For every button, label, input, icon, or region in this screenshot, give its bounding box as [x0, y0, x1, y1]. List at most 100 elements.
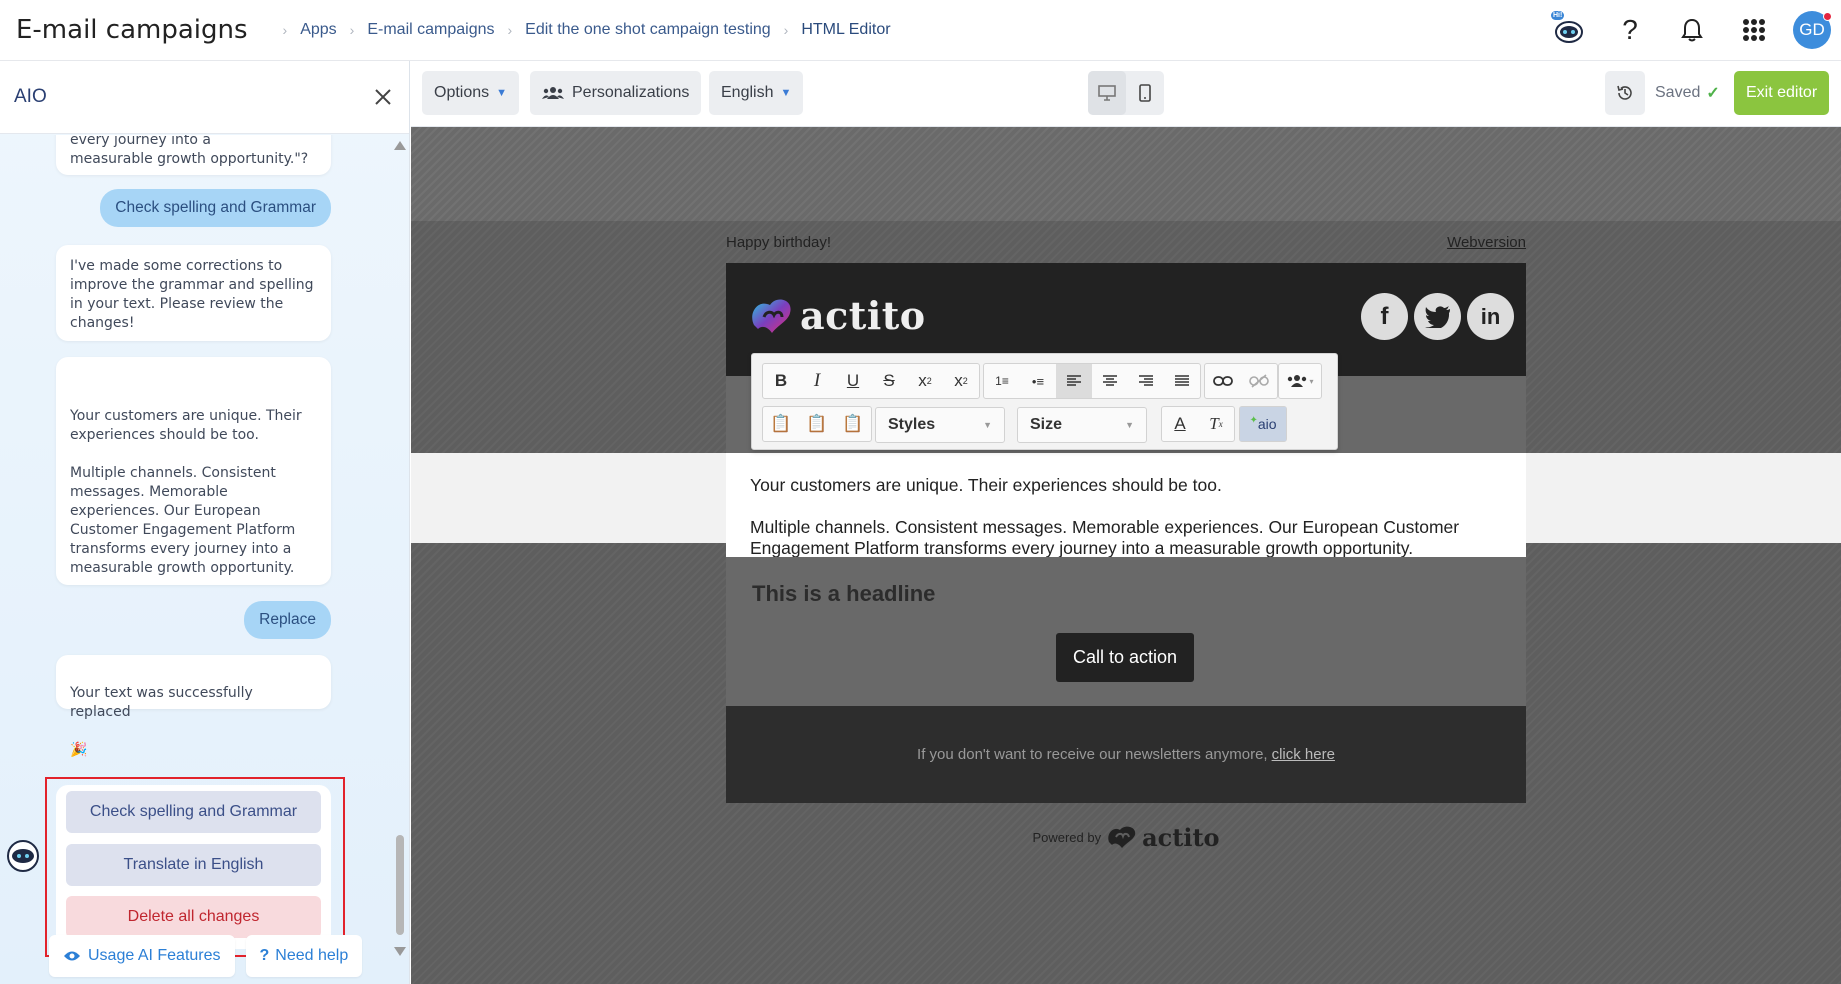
language-dropdown[interactable]: English ▼: [709, 71, 804, 115]
styles-dropdown[interactable]: Styles ▼: [875, 407, 1005, 443]
align-left-icon[interactable]: [1056, 364, 1092, 398]
desktop-view-button[interactable]: [1088, 71, 1126, 115]
italic-button[interactable]: I: [799, 364, 835, 398]
social-links: f in: [1361, 293, 1514, 340]
people-icon[interactable]: ▾: [1279, 364, 1321, 398]
superscript-button[interactable]: x2: [943, 364, 979, 398]
align-right-icon[interactable]: [1128, 364, 1164, 398]
breadcrumb-campaign[interactable]: Edit the one shot campaign testing: [525, 21, 771, 39]
breadcrumb-apps[interactable]: Apps: [300, 21, 336, 39]
linkedin-icon[interactable]: in: [1467, 293, 1514, 340]
aio-group: ✦ aio: [1239, 406, 1287, 442]
text-color-icon[interactable]: A: [1162, 407, 1198, 441]
chat-bot-message: I've made some corrections to improve th…: [56, 245, 331, 341]
strikethrough-button[interactable]: S: [871, 364, 907, 398]
apps-grid-button[interactable]: [1723, 0, 1785, 60]
unsubscribe-link[interactable]: click here: [1272, 746, 1335, 763]
breadcrumb-email-campaigns[interactable]: E-mail campaigns: [367, 21, 494, 39]
mobile-view-button[interactable]: [1126, 71, 1164, 115]
notifications-button[interactable]: [1661, 0, 1723, 60]
breadcrumb-separator: ›: [349, 22, 355, 38]
breadcrumb-separator: ›: [783, 22, 789, 38]
avatar[interactable]: GD: [1793, 11, 1832, 49]
question-icon: ?: [259, 946, 270, 964]
facebook-icon[interactable]: f: [1361, 293, 1408, 340]
pre-header: Happy birthday! Webversion: [726, 221, 1526, 263]
link-icon[interactable]: [1205, 364, 1241, 398]
chat-bot-result: Your customers are unique. Their experie…: [56, 357, 331, 585]
personalizations-label: Personalizations: [572, 84, 690, 101]
powered-logo-text: actito: [1142, 822, 1220, 852]
powered-by: Powered by actito: [726, 812, 1526, 862]
need-help-label: Need help: [275, 946, 349, 964]
align-justify-icon[interactable]: [1164, 364, 1200, 398]
clear-format-icon[interactable]: Tx: [1198, 407, 1234, 441]
call-to-action-button[interactable]: Call to action: [1056, 633, 1194, 682]
email-body: actito f in Your customers are unique. T…: [726, 263, 1526, 803]
people-icon: [542, 87, 564, 99]
subscript-button[interactable]: x2: [907, 364, 943, 398]
help-button[interactable]: ?: [1599, 0, 1661, 60]
chevron-down-icon: ▼: [1125, 420, 1134, 430]
email-text-block[interactable]: Your customers are unique. Their experie…: [726, 453, 1526, 559]
notification-dot: [1823, 12, 1832, 21]
paste-icon[interactable]: 📋: [763, 407, 799, 441]
close-icon[interactable]: [371, 85, 395, 109]
size-label: Size: [1030, 416, 1063, 433]
bullet-list-icon[interactable]: •≡: [1020, 364, 1056, 398]
saved-label: Saved: [1655, 84, 1701, 101]
options-dropdown[interactable]: Options ▼: [422, 71, 520, 115]
app-title: E-mail campaigns: [16, 15, 248, 45]
top-icons: Hi! ? GD: [1537, 0, 1841, 60]
email-paragraph-2[interactable]: Multiple channels. Consistent messages. …: [750, 517, 1502, 559]
personalizations-button[interactable]: Personalizations: [530, 71, 702, 115]
chat-bot-message: Your text was successfully replaced 🎉: [56, 655, 331, 758]
apps-grid-icon: [1743, 19, 1765, 41]
chat-scrollbar[interactable]: [393, 135, 407, 956]
twitter-icon[interactable]: [1414, 293, 1461, 340]
scroll-up-arrow[interactable]: [394, 141, 406, 150]
scroll-thumb[interactable]: [396, 835, 404, 935]
align-center-icon[interactable]: [1092, 364, 1128, 398]
powered-by-label: Powered by: [1032, 829, 1102, 845]
underline-button[interactable]: U: [835, 364, 871, 398]
history-icon: [1617, 85, 1632, 100]
bold-button[interactable]: B: [763, 364, 799, 398]
aio-rte-button[interactable]: ✦ aio: [1240, 407, 1286, 441]
check-icon: ✓: [1706, 85, 1720, 102]
chevron-down-icon: ▼: [780, 87, 792, 99]
breadcrumb-separator: ›: [282, 22, 288, 38]
options-label: Options: [434, 84, 490, 101]
paste-text-icon[interactable]: 📋: [799, 407, 835, 441]
webversion-link[interactable]: Webversion: [1447, 234, 1526, 251]
aio-robot-button[interactable]: Hi!: [1537, 0, 1599, 60]
email-footer: If you don't want to receive our newslet…: [726, 706, 1526, 803]
aio-rte-label: aio: [1257, 416, 1277, 432]
preheader-text[interactable]: Happy birthday!: [726, 234, 831, 251]
replace-button[interactable]: Replace: [244, 601, 331, 639]
email-paragraph-1[interactable]: Your customers are unique. Their experie…: [750, 475, 1502, 496]
party-emoji: 🎉: [70, 742, 88, 758]
email-headline[interactable]: This is a headline: [752, 581, 935, 607]
unlink-icon[interactable]: [1241, 364, 1277, 398]
paste-word-icon[interactable]: 📋: [835, 407, 871, 441]
chat-user-message: Check spelling and Grammar: [100, 189, 331, 227]
usage-ai-features-button[interactable]: Usage AI Features: [49, 934, 235, 977]
need-help-button[interactable]: ? Need help: [245, 934, 363, 977]
actito-logo-icon: [752, 298, 791, 333]
chevron-down-icon: ▼: [496, 87, 508, 99]
chevron-down-icon: ▼: [983, 420, 992, 430]
aio-title: AIO: [14, 86, 47, 107]
usage-ai-features-label: Usage AI Features: [88, 946, 221, 964]
format-group: B I U S x2 x2: [762, 363, 980, 399]
chat-bot-message: every journey into a measurable growth o…: [56, 135, 331, 175]
exit-editor-button[interactable]: Exit editor: [1734, 71, 1830, 115]
size-dropdown[interactable]: Size ▼: [1017, 407, 1147, 443]
history-button[interactable]: [1605, 71, 1645, 115]
ordered-list-icon[interactable]: 1≡: [984, 364, 1020, 398]
editor-toolbar: Options ▼ Personalizations English ▼ Sav…: [411, 61, 1841, 127]
robot-icon[interactable]: [6, 839, 40, 873]
paste-group: 📋 📋 📋: [762, 406, 872, 442]
avatar-initials: GD: [1799, 20, 1825, 39]
paragraph-group: 1≡ •≡: [983, 363, 1201, 399]
